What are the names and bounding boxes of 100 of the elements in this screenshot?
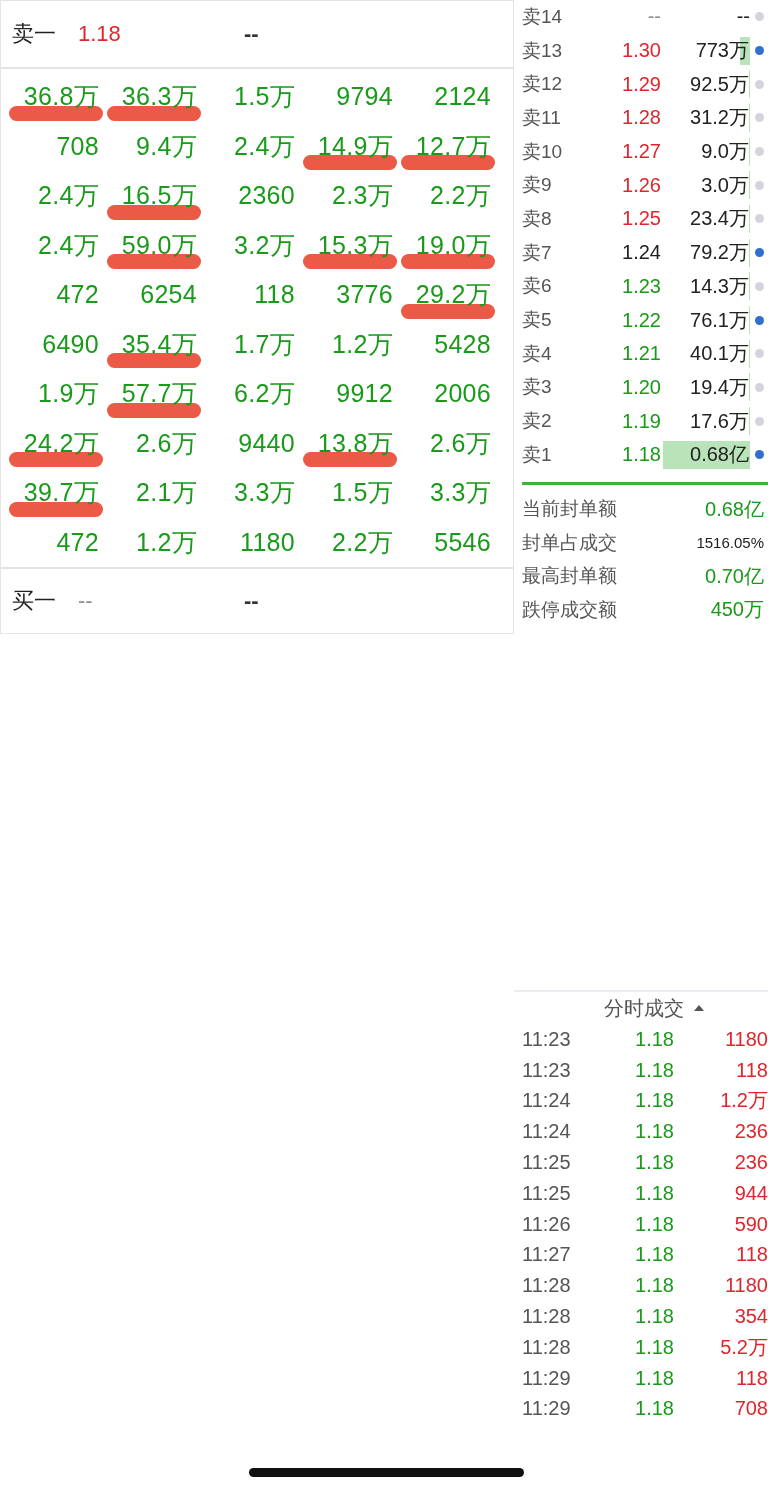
quantity-value: 9.0万 <box>701 139 749 165</box>
trade-time: 11:28 <box>522 1274 572 1298</box>
order-volume: 6.2万 <box>234 378 295 410</box>
order-volume: 2.4万 <box>234 130 295 162</box>
order-volume: 1.7万 <box>234 328 295 360</box>
order-volume: 472 <box>56 280 99 310</box>
order-volume: 29.2万 <box>415 279 491 311</box>
level-label: 卖一 <box>12 20 57 48</box>
quantity-value: 31.2万 <box>690 105 749 131</box>
quantity-value: 23.4万 <box>690 206 749 232</box>
trade-time: 11:23 <box>522 1058 572 1082</box>
order-volume: 3.2万 <box>234 229 295 261</box>
price-value: 1.24 <box>621 241 661 265</box>
trade-price: 1.18 <box>634 1212 674 1236</box>
quantity-value: 76.1万 <box>690 307 749 333</box>
stat-label: 当前封单额 <box>522 497 617 522</box>
stat-value: 0.68亿 <box>705 496 764 522</box>
order-volume: 35.4万 <box>121 328 197 360</box>
quantity-value: 92.5万 <box>690 71 749 97</box>
order-volume: 708 <box>56 131 99 161</box>
order-volume: 2124 <box>434 82 491 112</box>
price-value: 1.27 <box>621 140 661 164</box>
stat-label: 跌停成交额 <box>522 597 617 622</box>
level-label: 卖9 <box>522 173 553 198</box>
stat-label: 封单占成交 <box>522 530 617 555</box>
trade-time: 11:28 <box>522 1305 572 1329</box>
trade-volume: 118 <box>735 1243 768 1267</box>
price-value: 1.22 <box>621 308 661 332</box>
order-volume: 16.5万 <box>121 180 197 212</box>
order-volume: 2.1万 <box>136 477 197 509</box>
trade-time: 11:25 <box>522 1181 572 1205</box>
level-label: 卖8 <box>522 206 553 231</box>
order-volume: 39.7万 <box>23 477 99 509</box>
section-title: 分时成交 <box>604 995 684 1021</box>
order-volume: 2.6万 <box>136 427 197 459</box>
price-value: -- <box>78 588 94 614</box>
order-volume: 1.5万 <box>234 81 295 113</box>
quantity-value: 79.2万 <box>690 240 749 266</box>
order-volume: 2.3万 <box>332 180 393 212</box>
quantity-value: 773万 <box>695 38 749 64</box>
trade-volume: 1.2万 <box>719 1088 768 1114</box>
level-label: 卖3 <box>522 375 553 400</box>
quantity-value: -- <box>244 21 259 47</box>
price-value: 1.23 <box>621 274 661 298</box>
trade-price: 1.18 <box>634 1151 674 1175</box>
order-volume: 2360 <box>238 181 295 211</box>
trade-time: 11:23 <box>522 1027 572 1051</box>
quantity-value: 19.4万 <box>690 374 749 400</box>
trade-price: 1.18 <box>634 1089 674 1113</box>
quantity-value: 14.3万 <box>690 273 749 299</box>
level-label: 卖6 <box>522 274 553 299</box>
order-volume: 2.4万 <box>38 180 99 212</box>
order-volume: 13.8万 <box>317 427 393 459</box>
level-label: 卖7 <box>522 240 553 265</box>
price-value: 1.20 <box>621 375 661 399</box>
trade-price: 1.18 <box>634 1305 674 1329</box>
price-value: 1.21 <box>621 342 661 366</box>
order-volume: 1.9万 <box>38 378 99 410</box>
level-label: 买一 <box>12 587 57 615</box>
price-value: 1.29 <box>621 72 661 96</box>
order-volume: 2.4万 <box>38 229 99 261</box>
order-volume: 57.7万 <box>121 378 197 410</box>
quantity-value: 40.1万 <box>690 341 749 367</box>
trade-volume: 354 <box>733 1305 768 1329</box>
trade-time: 11:28 <box>522 1335 572 1359</box>
order-volume: 3.3万 <box>234 477 295 509</box>
price-value: 1.18 <box>621 443 661 467</box>
order-volume: 1.2万 <box>332 328 393 360</box>
level-label: 卖11 <box>522 105 562 130</box>
stat-value: 450万 <box>710 597 764 623</box>
quantity-value: 3.0万 <box>701 172 749 198</box>
quantity-value: -- <box>244 588 259 614</box>
trade-price: 1.18 <box>634 1366 674 1390</box>
sort-arrow-icon[interactable] <box>694 1005 704 1011</box>
order-volume: 2.2万 <box>430 180 491 212</box>
trade-volume: 944 <box>733 1181 768 1205</box>
level-label: 卖1 <box>522 442 553 467</box>
trade-price: 1.18 <box>634 1181 674 1205</box>
order-volume: 3.3万 <box>430 477 491 509</box>
trade-price: 1.18 <box>634 1397 674 1421</box>
order-volume: 2006 <box>434 379 491 409</box>
price-value: 1.18 <box>78 21 122 47</box>
trade-time: 11:29 <box>522 1397 572 1421</box>
trade-time: 11:25 <box>522 1151 572 1175</box>
price-value: 1.30 <box>621 39 661 63</box>
order-volume: 59.0万 <box>121 229 197 261</box>
order-volume: 12.7万 <box>415 130 491 162</box>
price-value: 1.28 <box>621 106 661 130</box>
price-value: 1.26 <box>621 173 661 197</box>
trade-time: 11:26 <box>522 1212 572 1236</box>
quantity-value: 17.6万 <box>690 408 749 434</box>
home-indicator[interactable] <box>249 1468 524 1478</box>
order-volume: 36.3万 <box>121 81 197 113</box>
order-volume: 1.2万 <box>136 526 197 558</box>
trade-price: 1.18 <box>634 1027 674 1051</box>
level-label: 卖12 <box>522 72 564 97</box>
price-value: 1.19 <box>621 409 661 433</box>
order-volume: 14.9万 <box>317 130 393 162</box>
price-value: -- <box>646 5 661 29</box>
level-label: 卖13 <box>522 38 564 63</box>
